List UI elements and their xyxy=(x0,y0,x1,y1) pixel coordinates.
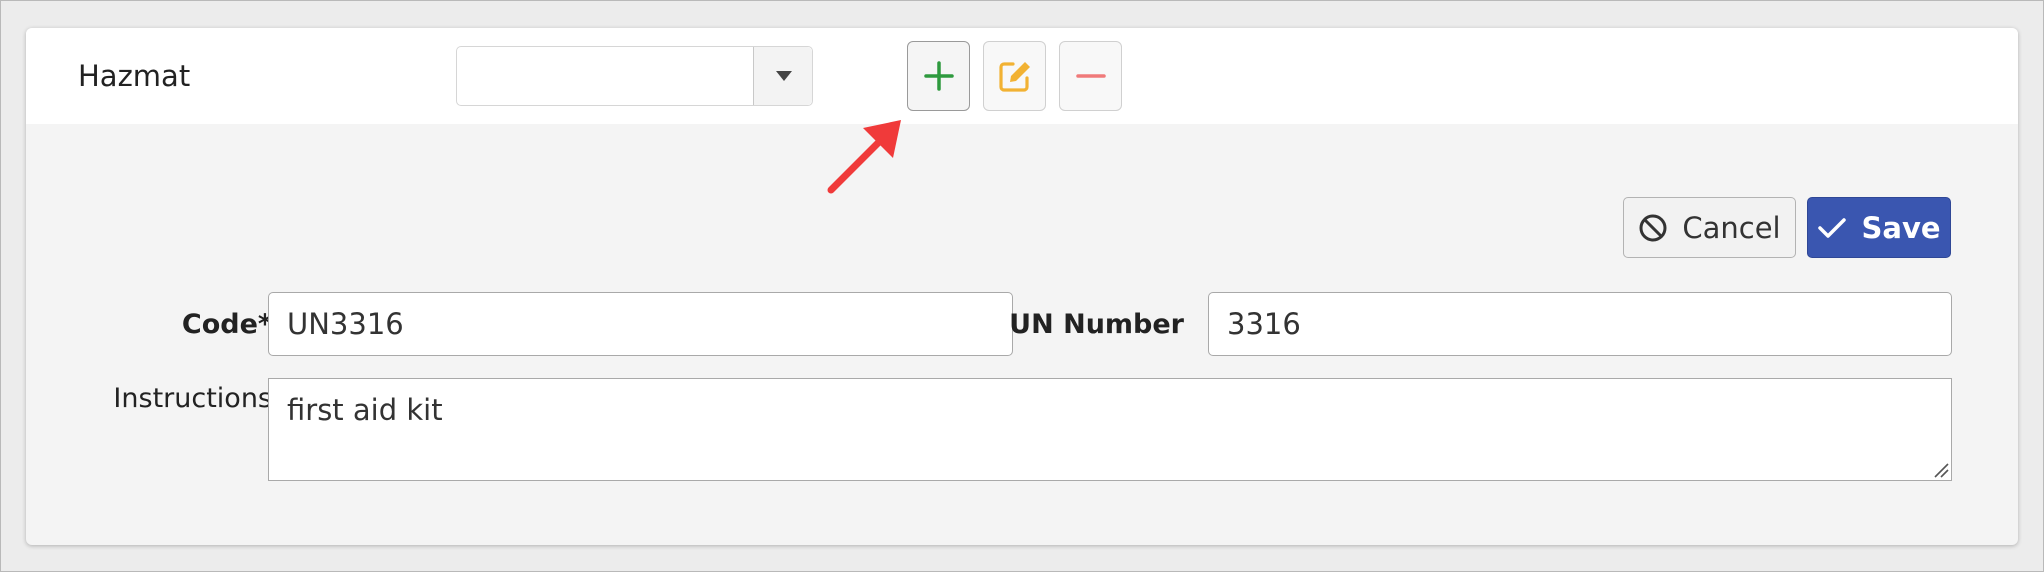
hazmat-select[interactable] xyxy=(456,46,813,106)
un-number-field[interactable]: 3316 xyxy=(1208,292,1952,356)
cancel-label: Cancel xyxy=(1682,210,1781,245)
instructions-label: Instructions xyxy=(113,383,272,414)
hazmat-panel: Hazmat Cancel Save Code* UN3316 UN Numbe… xyxy=(26,28,2018,545)
annotation-arrow-icon xyxy=(827,120,901,194)
add-hazmat-button[interactable] xyxy=(907,41,970,111)
resize-grip-icon[interactable] xyxy=(1933,462,1949,478)
instructions-text: first aid kit xyxy=(287,393,443,427)
remove-hazmat-button[interactable] xyxy=(1059,41,1122,111)
cancel-button[interactable]: Cancel xyxy=(1623,197,1796,258)
minus-icon xyxy=(1075,74,1106,78)
un-number-label: UN Number xyxy=(1009,309,1184,340)
save-label: Save xyxy=(1861,210,1941,245)
code-field[interactable]: UN3316 xyxy=(268,292,1013,356)
save-button[interactable]: Save xyxy=(1807,197,1951,258)
instructions-field[interactable]: first aid kit xyxy=(268,378,1952,481)
hazmat-header: Hazmat xyxy=(26,28,2018,124)
hazmat-select-value[interactable] xyxy=(457,47,755,105)
plus-icon xyxy=(923,61,954,91)
hazmat-label: Hazmat xyxy=(78,59,191,93)
check-icon xyxy=(1818,217,1847,238)
ban-icon xyxy=(1639,214,1667,241)
edit-icon xyxy=(998,62,1030,92)
edit-hazmat-button[interactable] xyxy=(983,41,1046,111)
code-label: Code* xyxy=(181,309,272,340)
